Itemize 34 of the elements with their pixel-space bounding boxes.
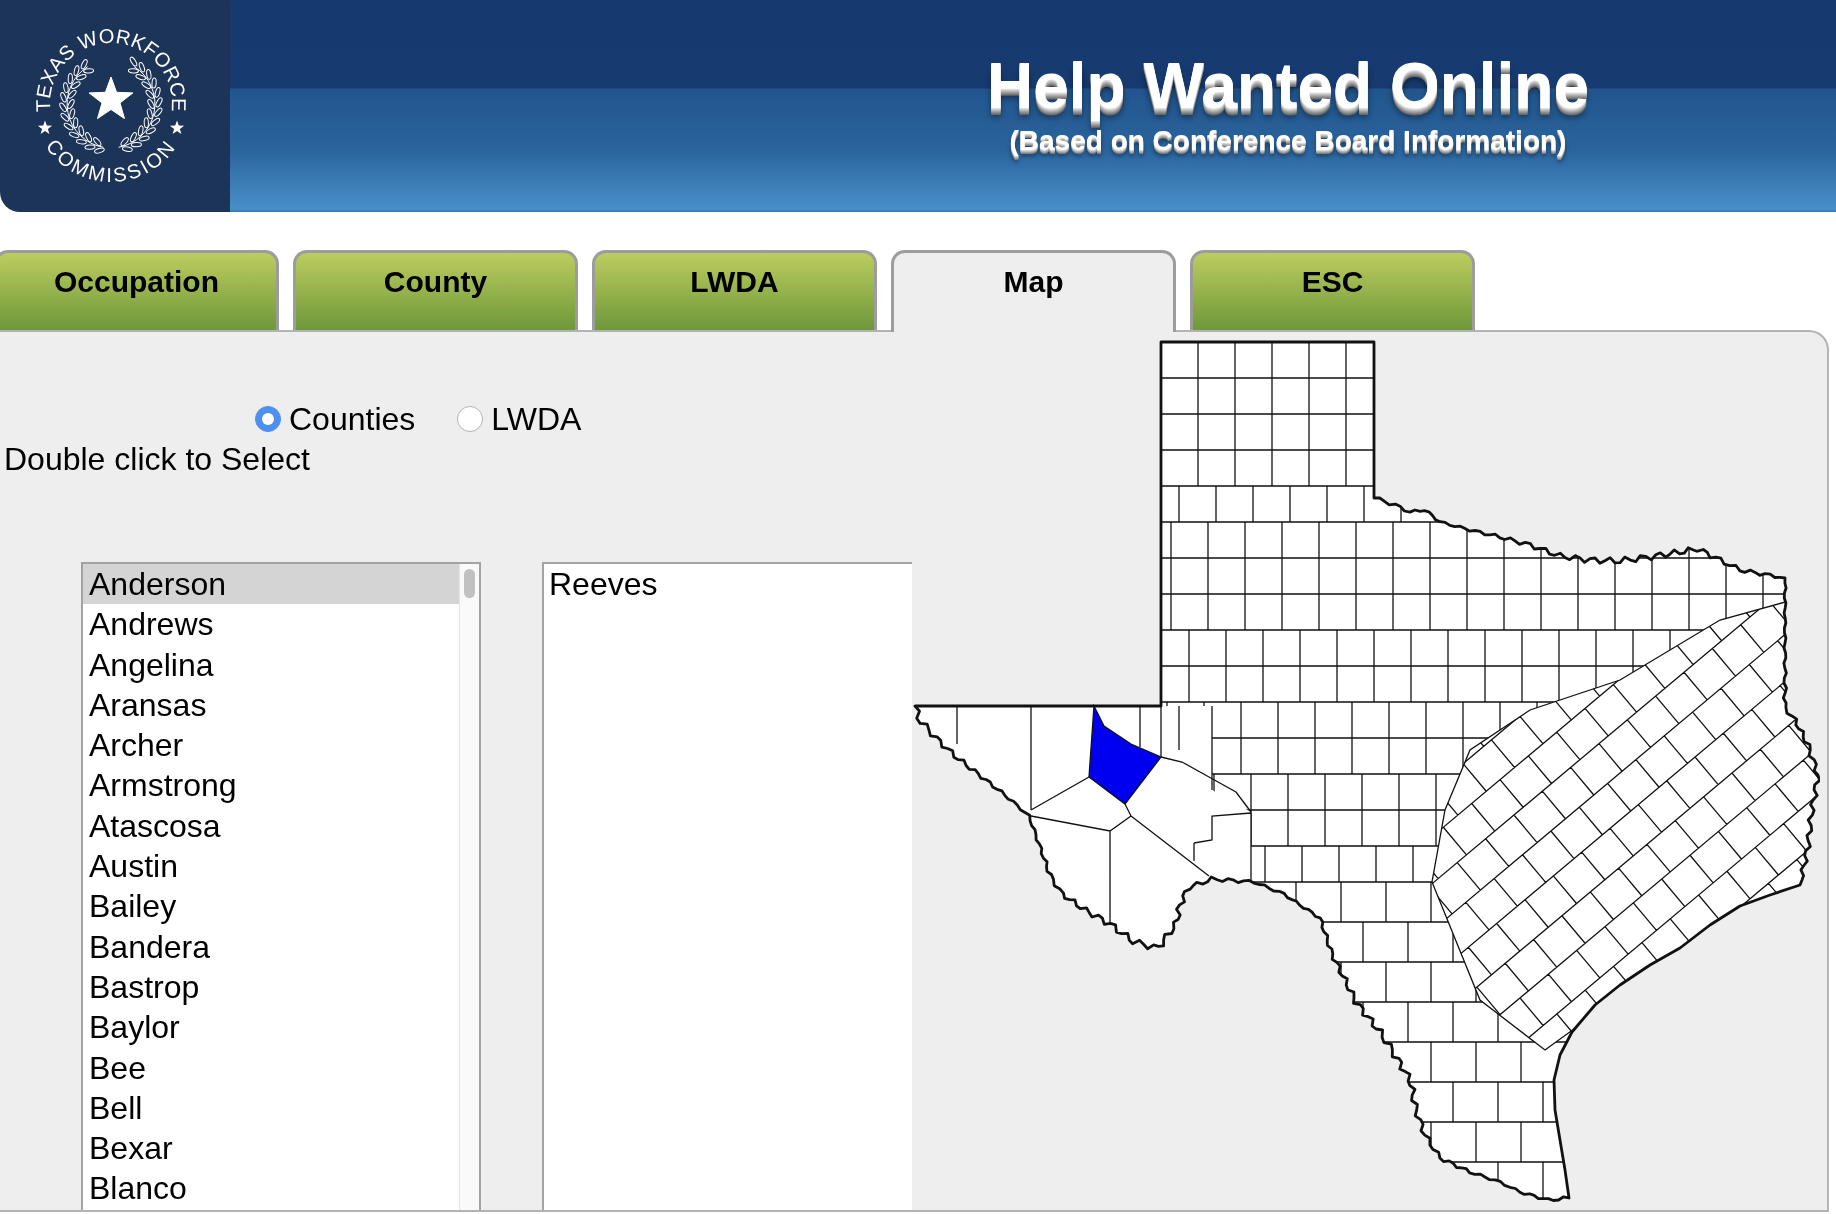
radio-button[interactable] (255, 406, 281, 432)
list-item[interactable]: Baylor (83, 1007, 459, 1048)
scrollbar-track[interactable] (459, 564, 479, 1210)
tab[interactable]: Occupation (0, 250, 279, 330)
selected-county-list[interactable]: Reeves (542, 562, 912, 1210)
radio-button[interactable] (457, 406, 484, 432)
list-item[interactable]: Austin (83, 846, 459, 887)
highlighted-county[interactable] (1088, 703, 1163, 805)
list-item[interactable]: Bastrop (83, 966, 459, 1008)
county-list[interactable]: Anderson Andrews Angelina Aransas Archer Armstrong Atascosa Austin Bailey Bandera Bastrop Baylor Bee Bell Bexar Blanco (81, 562, 481, 1210)
radio-label[interactable]: LWDA (491, 402, 582, 436)
list-item[interactable]: Armstrong (83, 765, 459, 806)
list-item[interactable]: Bandera (83, 926, 459, 967)
list-item[interactable]: Atascosa (83, 805, 459, 847)
tab[interactable]: County (293, 250, 578, 330)
instruction-text: Double click to Select (4, 440, 310, 479)
list-item[interactable]: Aransas (83, 684, 459, 726)
list-item[interactable]: Blanco (83, 1168, 459, 1209)
tab[interactable]: LWDA (592, 250, 877, 330)
site-subtitle: (Based on Conference Board Information) (1009, 127, 1567, 155)
tab[interactable]: Map (891, 250, 1176, 332)
list-item[interactable]: Anderson (83, 564, 459, 605)
texas-county-map[interactable] (913, 340, 1820, 1202)
scrollbar-thumb[interactable] (464, 569, 475, 598)
list-item[interactable]: Reeves (544, 564, 912, 605)
list-item[interactable]: Archer (83, 725, 459, 766)
tab[interactable]: ESC (1190, 250, 1475, 330)
radio-label[interactable]: Counties (289, 402, 416, 436)
list-item[interactable]: Bailey (83, 886, 459, 927)
list-item[interactable]: Bexar (83, 1128, 459, 1169)
list-item[interactable]: Andrews (83, 604, 459, 645)
list-item[interactable]: Bee (83, 1047, 459, 1088)
list-item[interactable]: Angelina (83, 644, 459, 685)
list-item[interactable]: Bell (83, 1087, 459, 1129)
